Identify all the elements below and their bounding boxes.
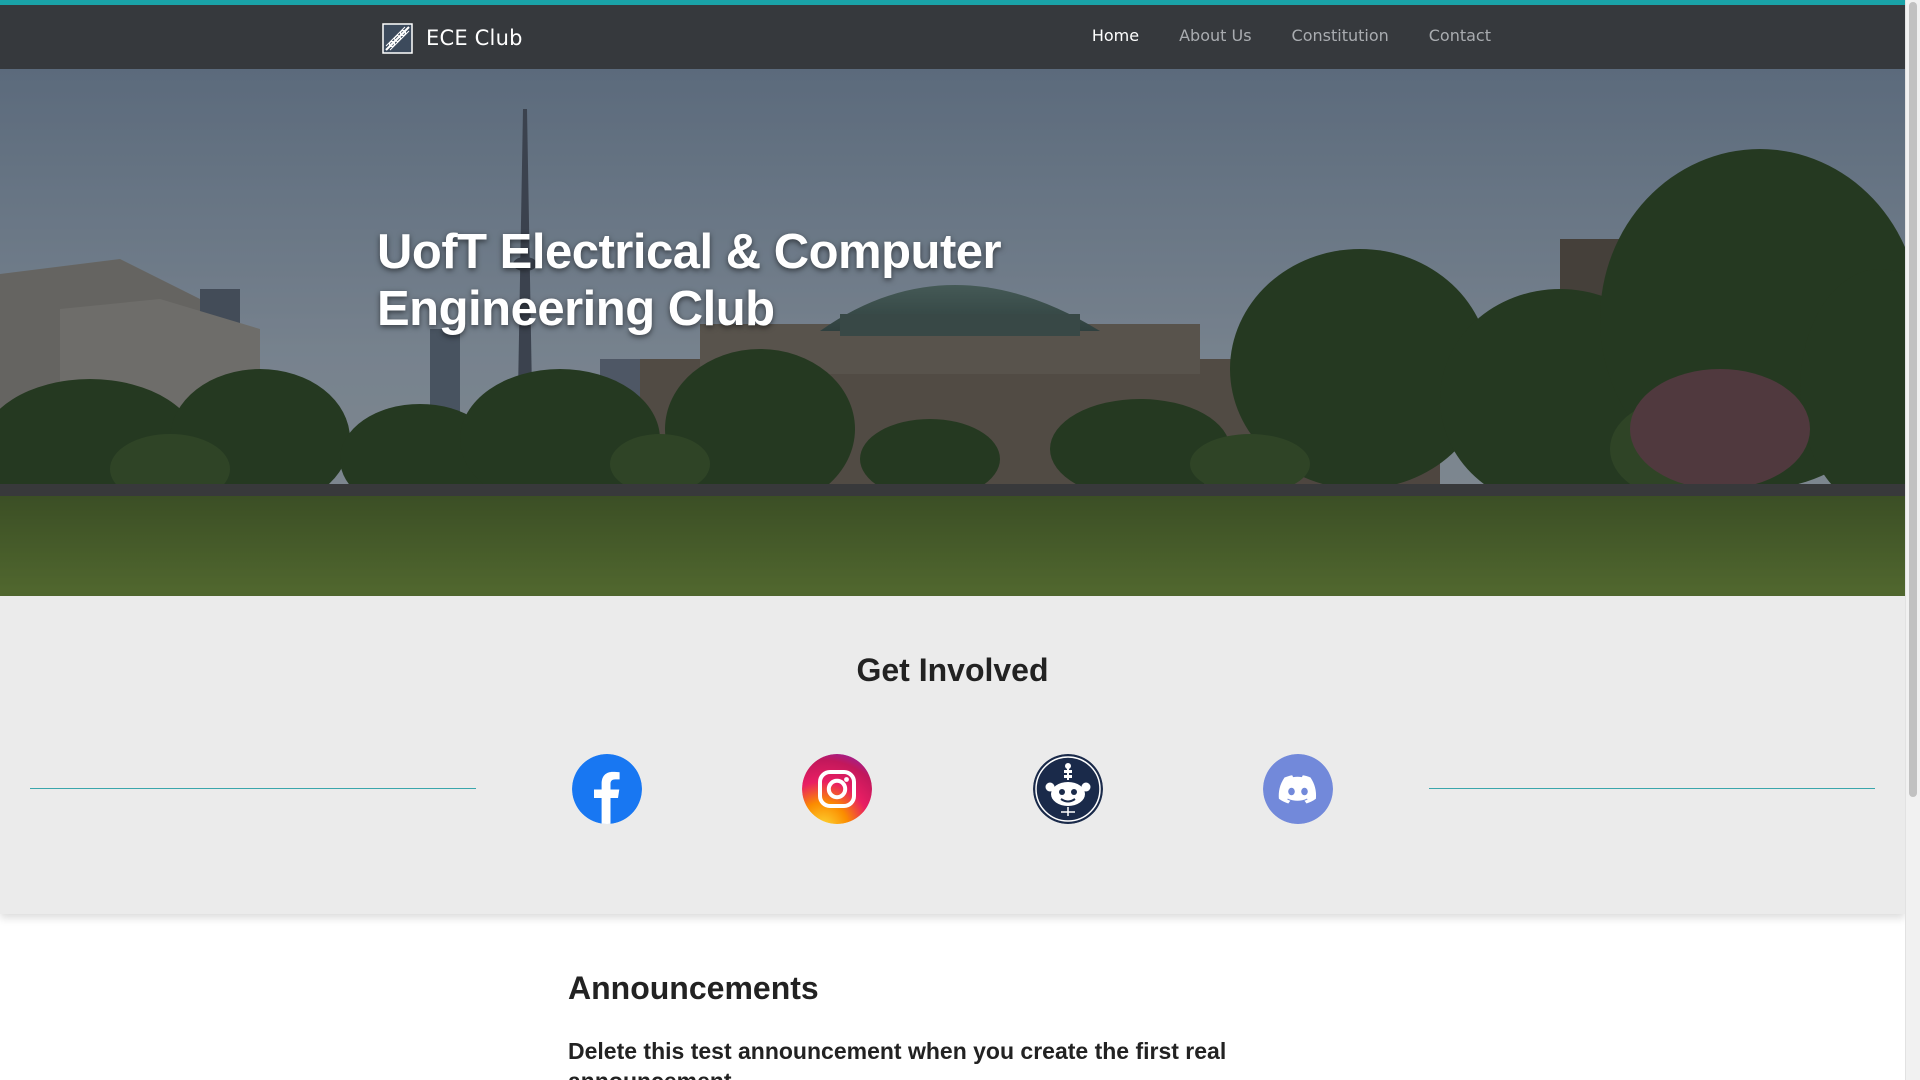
hero-banner: UofT Electrical & Computer Engineering C… [0,69,1905,596]
club-logo-icon [382,22,413,54]
divider-right [1429,788,1875,789]
page-scrollbar[interactable] [1905,0,1920,1080]
navbar: ECE Club Home About Us Constitution Cont… [0,5,1905,69]
nav-link-contact[interactable]: Contact [1429,26,1491,45]
nav-link-about-us[interactable]: About Us [1179,26,1251,45]
instagram-link[interactable] [802,754,872,824]
announcements-title: Announcements [568,970,819,1006]
get-involved-title: Get Involved [856,652,1049,688]
discord-link[interactable] [1263,754,1333,824]
reddit-icon [1033,754,1103,824]
scrollbar-thumb[interactable] [1909,2,1917,797]
announcement-title[interactable]: Delete this test announcement when you c… [568,1036,1268,1080]
nav-link-constitution[interactable]: Constitution [1292,26,1389,45]
get-involved-section: Get Involved [0,596,1905,914]
page: ECE Club Home About Us Constitution Cont… [0,0,1920,1080]
divider-left [30,788,476,789]
nav-links: Home About Us Constitution Contact [1092,26,1491,45]
hero-title: UofT Electrical & Computer Engineering C… [377,225,1002,336]
announcements-section: Announcements Delete this test announcem… [568,970,1368,1080]
facebook-link[interactable] [572,754,642,824]
discord-icon [1263,754,1333,824]
nav-link-home[interactable]: Home [1092,26,1139,45]
instagram-icon [802,754,872,824]
brand-name: ECE Club [426,26,523,50]
brand-link[interactable]: ECE Club [382,22,523,54]
reddit-link[interactable] [1033,754,1103,824]
facebook-icon [572,754,642,824]
